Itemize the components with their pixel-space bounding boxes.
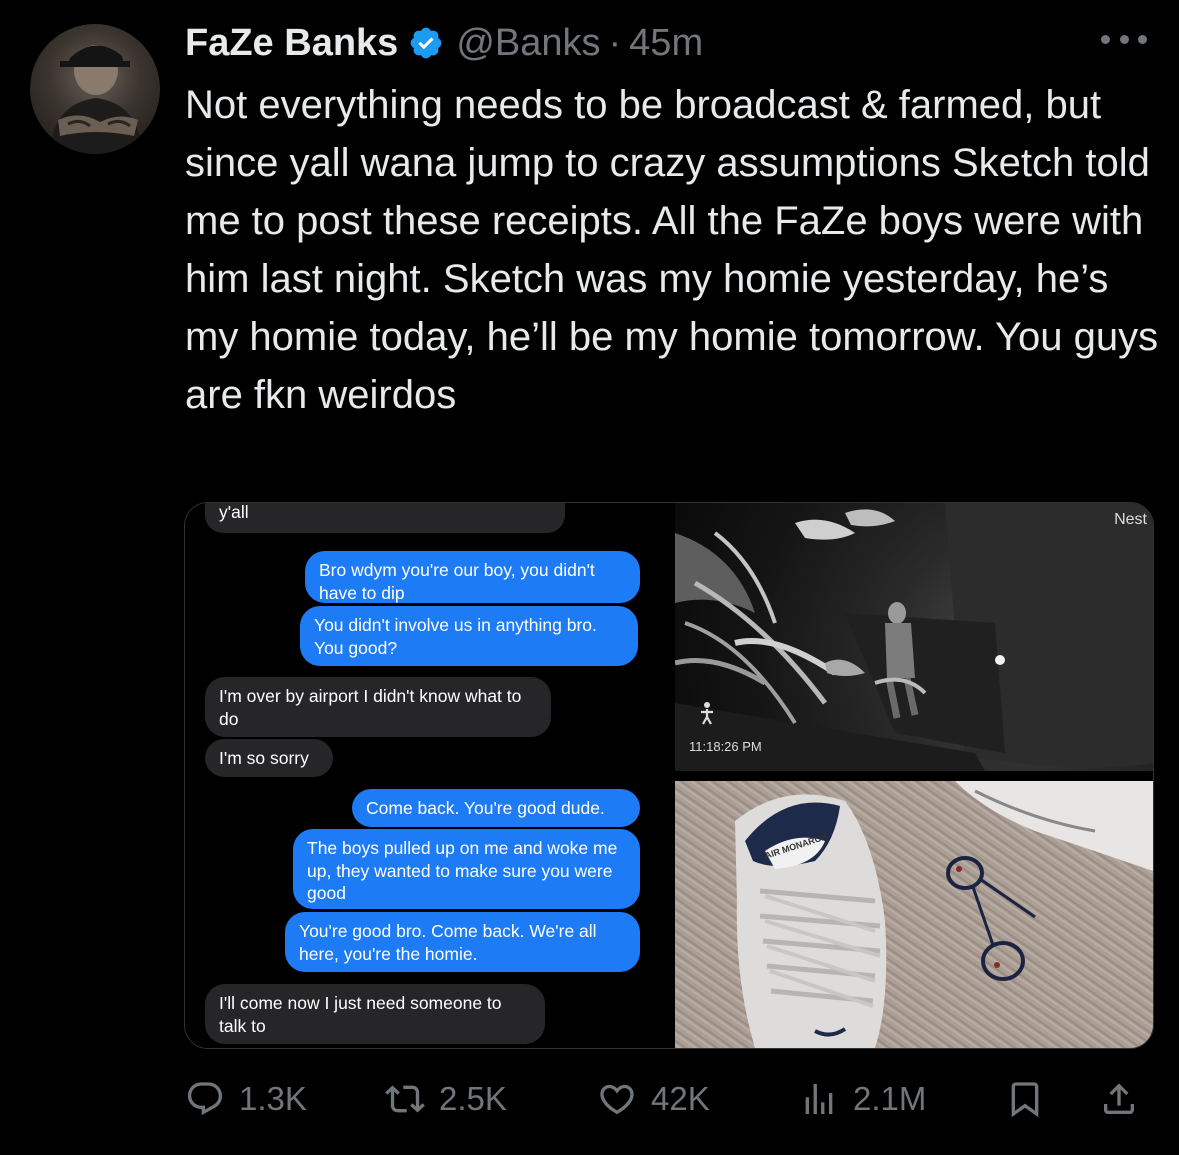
repost-icon [385,1085,425,1113]
message-outgoing: Come back. You're good dude. [352,789,640,827]
post-time[interactable]: 45m [629,22,703,65]
action-bar: 1.3K 2.5K 42K 2.1M [185,1074,1145,1124]
author-name[interactable]: FaZe Banks [185,22,398,65]
reply-icon [187,1082,223,1116]
views-count: 2.1M [853,1080,927,1117]
post-header: FaZe Banks @Banks · 45m [185,18,1149,68]
person-detected-icon [701,702,713,725]
views-button[interactable]: 2.1M [799,1074,926,1124]
message-incoming: y'all [205,503,565,533]
views-icon [805,1084,833,1114]
message-outgoing: You're good bro. Come back. We're all he… [285,912,640,972]
share-icon [1104,1083,1134,1114]
like-icon [600,1084,634,1115]
bookmark-button[interactable] [1005,1074,1045,1124]
imessage-screenshot[interactable]: y'all Bro wdym you're our boy, you didn'… [185,503,673,1048]
message-outgoing: You didn't involve us in anything bro. Y… [300,606,638,666]
post-text: Not everything needs to be broadcast & f… [185,83,1159,417]
camera-scene [675,503,1153,771]
bookmark-icon [1011,1082,1039,1118]
message-incoming: I'll come now I just need someone to tal… [205,984,545,1044]
verified-badge-icon[interactable] [408,25,444,61]
reply-button[interactable]: 1.3K [185,1074,307,1124]
message-outgoing: Bro wdym you're our boy, you didn't have… [305,551,640,603]
separator-dot: · [608,21,622,64]
message-incoming: I'm over by airport I didn't know what t… [205,677,551,737]
reply-count: 1.3K [239,1080,307,1117]
message-incoming: I'm so sorry [205,739,333,777]
security-camera-image[interactable]: Nest 11:18:26 PM [675,503,1153,771]
shoe-and-glasses-image[interactable]: AIR MONARCH [675,781,1153,1048]
avatar-image [50,45,142,154]
author-handle[interactable]: @Banks [456,22,600,65]
like-count: 42K [651,1080,710,1117]
share-button[interactable] [1099,1074,1139,1124]
camera-brand: Nest [1114,511,1147,528]
camera-timestamp: 11:18:26 PM [689,739,762,754]
shoe-scene [735,781,1153,1048]
author-avatar[interactable] [30,24,160,154]
message-outgoing: The boys pulled up on me and woke me up,… [293,829,640,909]
repost-button[interactable]: 2.5K [385,1074,507,1124]
more-icon[interactable] [1101,24,1147,54]
post-media[interactable]: y'all Bro wdym you're our boy, you didn'… [184,502,1154,1049]
repost-count: 2.5K [439,1080,507,1117]
like-button[interactable]: 42K [597,1074,710,1124]
